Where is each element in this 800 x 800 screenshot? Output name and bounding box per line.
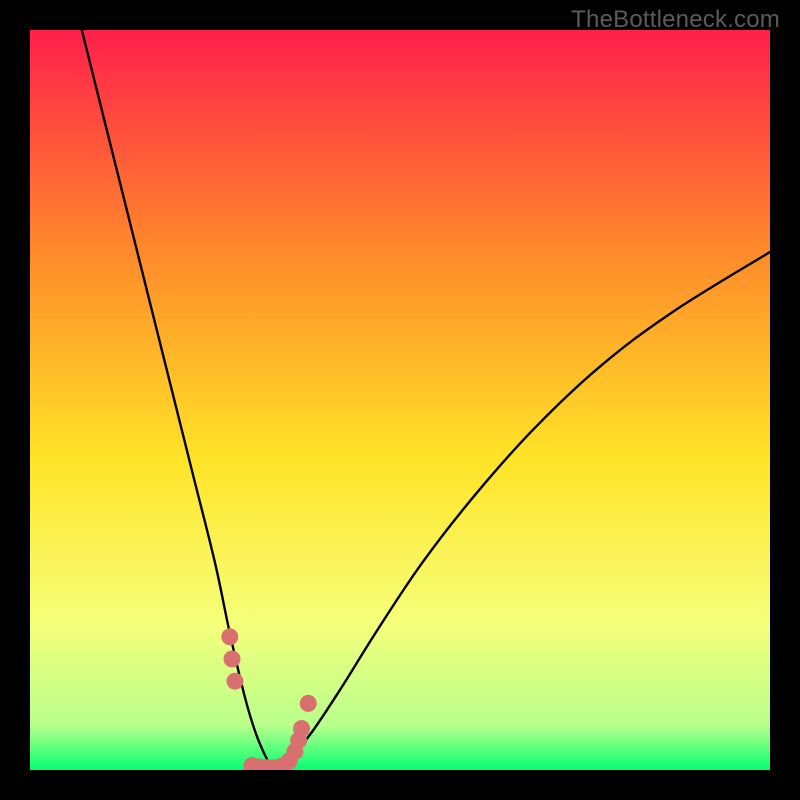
data-marker (221, 628, 238, 645)
data-marker (300, 695, 317, 712)
data-markers (221, 628, 316, 770)
curve-left-branch (82, 30, 274, 770)
data-marker (224, 651, 241, 668)
data-marker (293, 720, 310, 737)
frame: TheBottleneck.com (0, 0, 800, 800)
curve-right-branch (274, 252, 770, 770)
data-marker (226, 673, 243, 690)
curve-layer (30, 30, 770, 770)
plot-area (30, 30, 770, 770)
